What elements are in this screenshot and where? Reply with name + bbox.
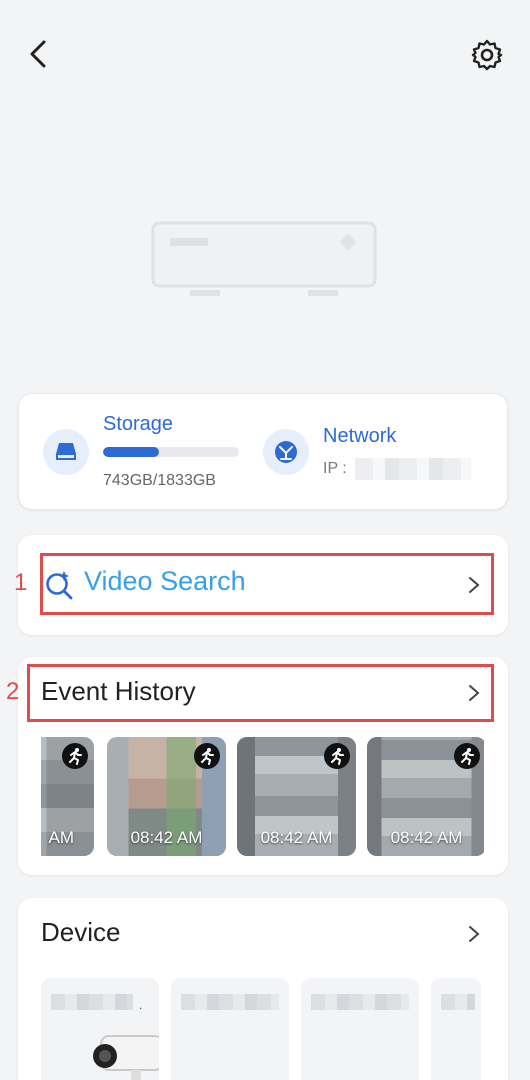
device-name-redacted [311, 994, 409, 1010]
motion-badge [194, 743, 220, 769]
event-thumbnail[interactable]: 08:42 AM [237, 737, 356, 856]
settings-button[interactable] [468, 36, 506, 74]
event-thumbnails: AM 08:42 AM 08:42 AM 08:42 AM [41, 737, 484, 856]
device-name-dot: . [139, 998, 143, 1012]
device-name-redacted [181, 994, 279, 1010]
recorder-illustration [151, 221, 377, 296]
ip-label: IP : [323, 460, 347, 477]
bullet-camera-icon [93, 1035, 159, 1080]
network-icon-wrap [263, 429, 309, 475]
motion-badge [454, 743, 480, 769]
device-tile[interactable] [431, 978, 481, 1080]
device-tile[interactable] [171, 978, 289, 1080]
annotation-marker-2: 2 [6, 678, 20, 705]
storage-title: Storage [103, 413, 174, 435]
event-time: 08:42 AM [390, 828, 463, 847]
device-label[interactable]: Device [41, 917, 120, 948]
network-title: Network [323, 425, 397, 447]
motion-badge [62, 743, 88, 769]
running-person-icon [461, 748, 474, 765]
event-time: 08:42 AM [130, 828, 203, 847]
running-person-icon [201, 748, 214, 765]
event-time: 08:42 AM [260, 828, 333, 847]
annotation-box-event-history [27, 664, 494, 722]
storage-icon-wrap [43, 429, 89, 475]
storage-progress-fill [103, 447, 159, 457]
motion-badge [324, 743, 350, 769]
top-bar [0, 0, 530, 110]
device-name-redacted [51, 994, 133, 1010]
event-thumbnail[interactable]: 08:42 AM [107, 737, 226, 856]
annotation-marker-1: 1 [14, 569, 28, 596]
back-button[interactable] [24, 36, 56, 72]
running-person-icon [331, 748, 344, 765]
device-name-redacted [441, 994, 475, 1010]
running-person-icon [69, 748, 82, 765]
event-thumbnail[interactable]: AM [41, 737, 94, 856]
chevron-right-icon[interactable] [467, 924, 481, 944]
storage-usage-text: 743GB/1833GB [103, 472, 216, 489]
event-time: AM [48, 828, 75, 847]
network-icon [275, 441, 297, 463]
device-tile[interactable] [301, 978, 419, 1080]
ip-address-redacted [355, 458, 471, 480]
drive-icon [56, 443, 76, 460]
gear-icon [471, 39, 503, 71]
device-tile[interactable]: . [41, 978, 159, 1080]
status-card: Storage 743GB/1833GB Network IP : [18, 393, 508, 510]
storage-progress-bar [103, 447, 239, 457]
event-thumbnail[interactable]: 08:42 AM [367, 737, 484, 856]
annotation-box-video-search [40, 553, 494, 615]
chevron-left-icon [30, 40, 46, 68]
